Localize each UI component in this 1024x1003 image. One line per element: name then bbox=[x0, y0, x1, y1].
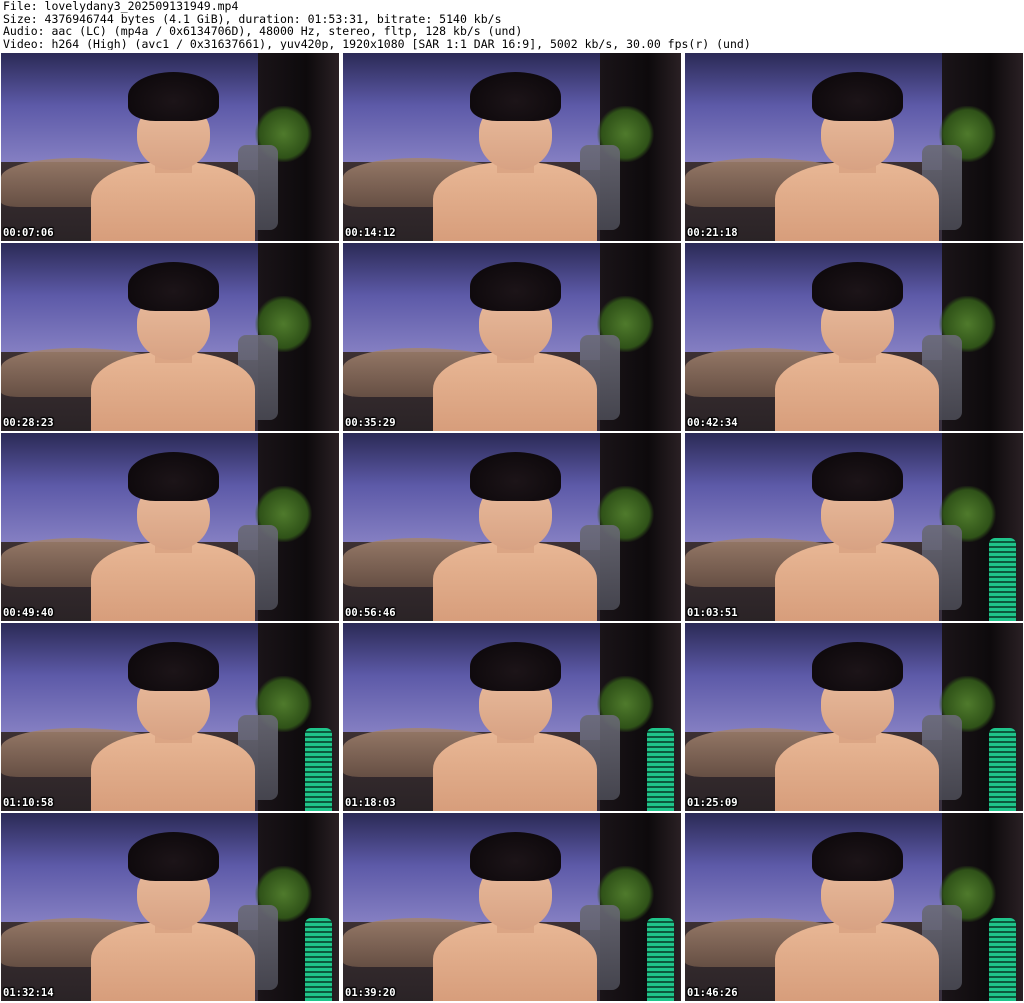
file-info-header: File: lovelydany3_202509131949.mp4 Size:… bbox=[3, 0, 1021, 52]
video-frame-image bbox=[1, 813, 339, 1001]
video-frame-image bbox=[343, 813, 681, 1001]
video-frame-image bbox=[343, 623, 681, 811]
video-frame-image bbox=[1, 53, 339, 241]
thumbnail-frame: 00:42:34 bbox=[685, 243, 1023, 431]
microphone-image bbox=[989, 728, 1017, 811]
frame-timestamp: 01:25:09 bbox=[687, 797, 738, 809]
thumbnail-frame: 00:56:46 bbox=[343, 433, 681, 621]
thumbnail-frame: 00:07:06 bbox=[1, 53, 339, 241]
microphone-image bbox=[989, 918, 1017, 1001]
audio-info-line: Audio: aac (LC) (mp4a / 0x6134706D), 480… bbox=[3, 25, 523, 38]
size-duration-line: Size: 4376946744 bytes (4.1 GiB), durati… bbox=[3, 12, 502, 25]
thumbnail-frame: 01:32:14 bbox=[1, 813, 339, 1001]
thumbnail-grid: 00:07:06 00:14:12 00:21:18 00:28:23 00:3… bbox=[1, 53, 1023, 1003]
frame-timestamp: 01:32:14 bbox=[3, 987, 54, 999]
thumbnail-frame: 00:28:23 bbox=[1, 243, 339, 431]
frame-timestamp: 00:56:46 bbox=[345, 607, 396, 619]
thumbnail-frame: 00:49:40 bbox=[1, 433, 339, 621]
thumbnail-frame: 00:14:12 bbox=[343, 53, 681, 241]
video-frame-image bbox=[685, 433, 1023, 621]
frame-timestamp: 00:21:18 bbox=[687, 227, 738, 239]
microphone-image bbox=[989, 538, 1017, 621]
video-frame-image bbox=[685, 623, 1023, 811]
video-frame-image bbox=[343, 53, 681, 241]
video-frame-image bbox=[343, 433, 681, 621]
video-frame-image bbox=[685, 813, 1023, 1001]
video-frame-image bbox=[1, 243, 339, 431]
frame-timestamp: 01:39:20 bbox=[345, 987, 396, 999]
video-frame-image bbox=[1, 623, 339, 811]
frame-timestamp: 01:46:26 bbox=[687, 987, 738, 999]
microphone-image bbox=[647, 728, 675, 811]
frame-timestamp: 00:49:40 bbox=[3, 607, 54, 619]
frame-timestamp: 01:18:03 bbox=[345, 797, 396, 809]
thumbnail-frame: 01:25:09 bbox=[685, 623, 1023, 811]
frame-timestamp: 01:10:58 bbox=[3, 797, 54, 809]
frame-timestamp: 00:07:06 bbox=[3, 227, 54, 239]
frame-timestamp: 01:03:51 bbox=[687, 607, 738, 619]
microphone-image bbox=[305, 918, 333, 1001]
frame-timestamp: 00:42:34 bbox=[687, 417, 738, 429]
thumbnail-frame: 01:10:58 bbox=[1, 623, 339, 811]
video-frame-image bbox=[685, 53, 1023, 241]
video-info-line: Video: h264 (High) (avc1 / 0x31637661), … bbox=[3, 37, 751, 50]
thumbnail-frame: 00:35:29 bbox=[343, 243, 681, 431]
microphone-image bbox=[647, 918, 675, 1001]
thumbnail-frame: 01:18:03 bbox=[343, 623, 681, 811]
frame-timestamp: 00:28:23 bbox=[3, 417, 54, 429]
thumbnail-frame: 01:46:26 bbox=[685, 813, 1023, 1001]
file-name-line: File: lovelydany3_202509131949.mp4 bbox=[3, 0, 239, 13]
frame-timestamp: 00:35:29 bbox=[345, 417, 396, 429]
video-frame-image bbox=[343, 243, 681, 431]
thumbnail-frame: 01:39:20 bbox=[343, 813, 681, 1001]
frame-timestamp: 00:14:12 bbox=[345, 227, 396, 239]
video-frame-image bbox=[1, 433, 339, 621]
thumbnail-frame: 00:21:18 bbox=[685, 53, 1023, 241]
video-frame-image bbox=[685, 243, 1023, 431]
microphone-image bbox=[305, 728, 333, 811]
thumbnail-frame: 01:03:51 bbox=[685, 433, 1023, 621]
